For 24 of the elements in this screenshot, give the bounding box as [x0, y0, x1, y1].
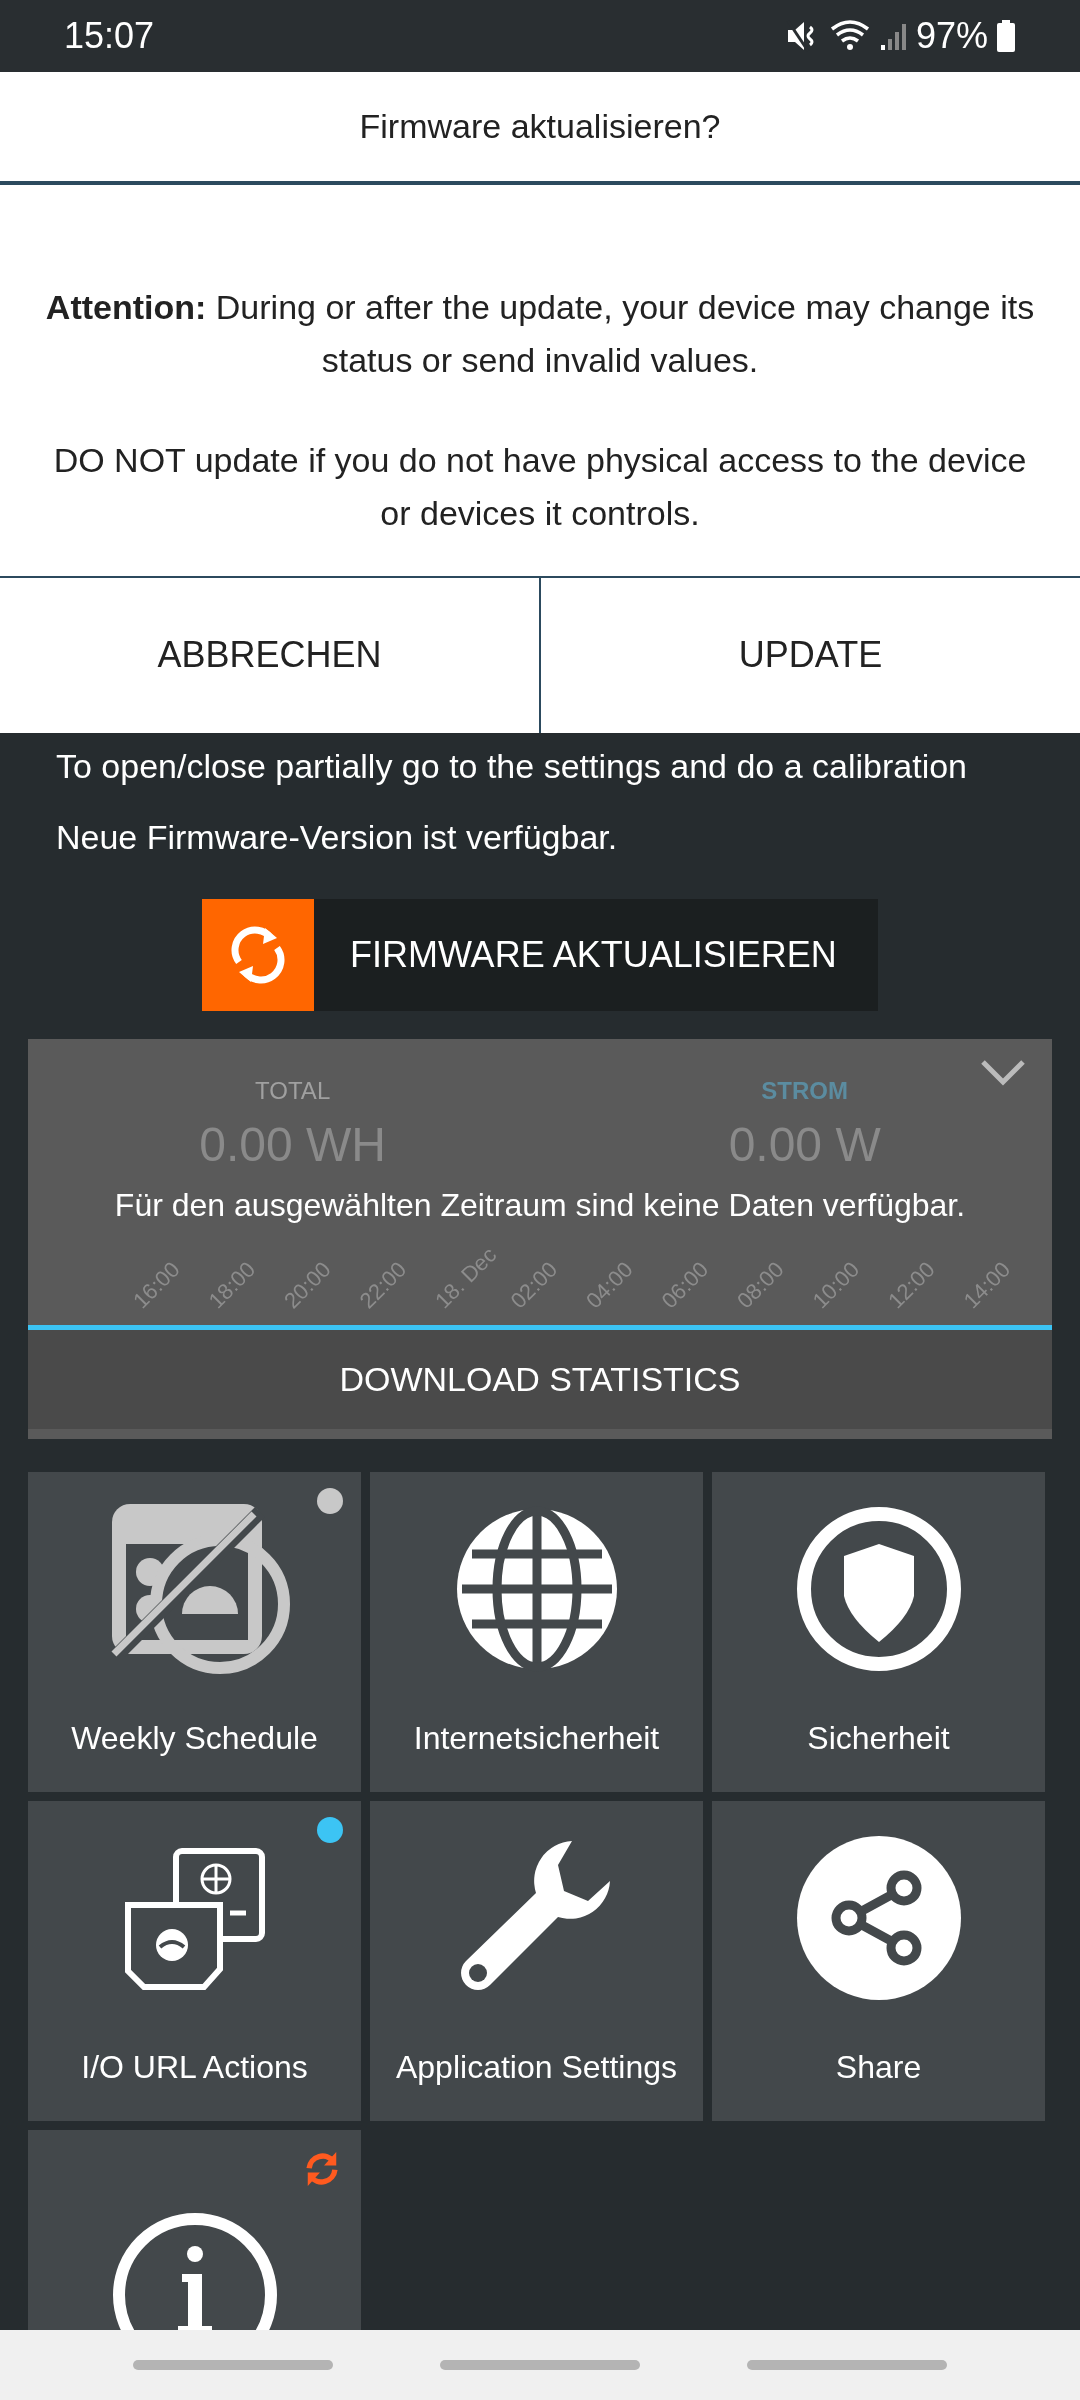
menu-tile[interactable]: Weekly Schedule — [28, 1471, 361, 1792]
collapse-chevron-icon[interactable] — [980, 1058, 1026, 1087]
menu-tile[interactable]: Application Settings — [370, 1800, 703, 2121]
update-firmware-button[interactable]: FIRMWARE AKTUALISIEREN — [202, 898, 878, 1011]
back-button[interactable] — [746, 2360, 947, 2370]
status-time: 15:07 — [64, 14, 155, 58]
battery-icon — [996, 20, 1016, 52]
info-text: Neue Firmware-Version ist verfügbar. — [55, 816, 619, 858]
wifi-icon — [829, 19, 872, 53]
dialog-message: Attention: During or after the update, your device may change its status or send invalid values. — [44, 287, 1036, 381]
info-text: To open/close partially go to the settings and do a calibration — [55, 745, 969, 787]
menu-tile[interactable]: Internetsicherheit — [370, 1471, 703, 1792]
menu-tile[interactable]: Sicherheit — [712, 1471, 1045, 1792]
menu-tile[interactable] — [28, 2129, 361, 2330]
signal-icon — [879, 21, 908, 51]
menu-tile[interactable]: I/O URL Actions — [28, 1800, 361, 2121]
home-button[interactable] — [440, 2360, 640, 2370]
menu-tile[interactable]: Share — [712, 1800, 1045, 2121]
dialog-title: Firmware aktualisieren? — [359, 106, 721, 147]
dialog-message: DO NOT update if you do not have physical access to the device or devices it controls. — [52, 440, 1028, 535]
no-data-message: Für den ausgewählten Zeitraum sind keine Daten verfügbar. — [113, 1185, 967, 1225]
battery-level: 97% — [915, 14, 988, 58]
download-statistics-button[interactable]: DOWNLOAD STATISTICS — [28, 1324, 1052, 1429]
recent-apps-button[interactable] — [133, 2360, 334, 2370]
